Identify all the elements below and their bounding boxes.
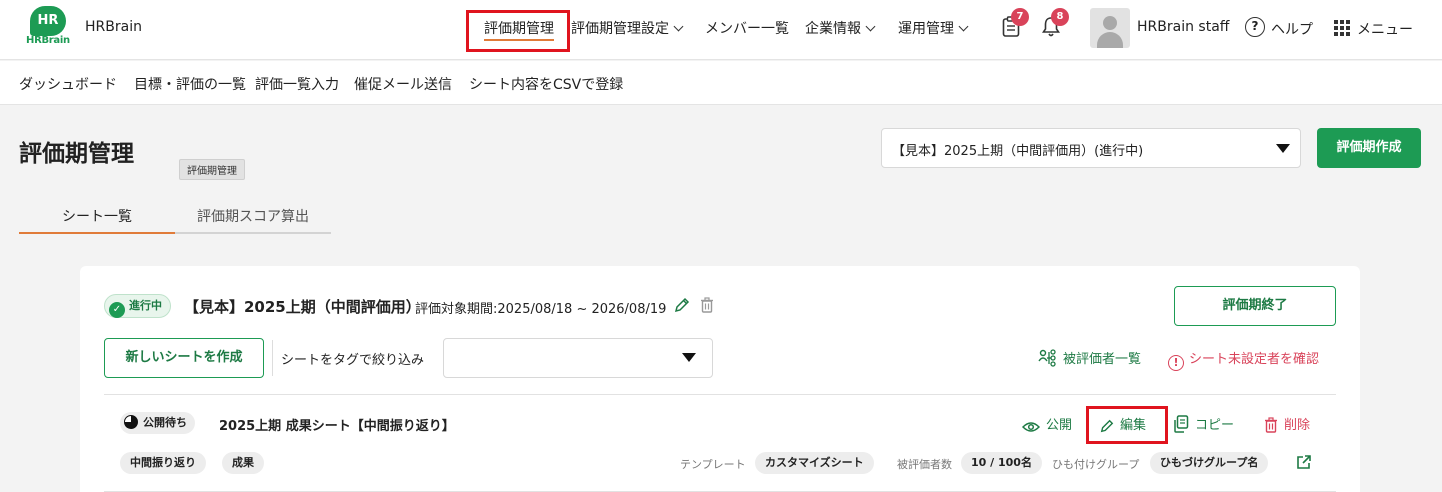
create-period-button[interactable]: 評価期作成 xyxy=(1317,128,1421,168)
end-period-button[interactable]: 評価期終了 xyxy=(1174,286,1336,326)
action-label: コピー xyxy=(1195,418,1235,433)
edit-pencil-icon[interactable] xyxy=(674,297,690,313)
help-link[interactable]: ヘルプ xyxy=(1271,19,1313,39)
avatar[interactable] xyxy=(1090,8,1130,48)
logo-mark: HR xyxy=(30,6,66,36)
action-label: 公開 xyxy=(1046,418,1073,433)
link-label: 被評価者一覧 xyxy=(1063,352,1142,367)
link-label: シート未設定者を確認 xyxy=(1189,352,1320,367)
tooltip: 評価期管理 xyxy=(179,159,245,180)
menu-button[interactable]: メニュー xyxy=(1357,19,1413,39)
tasks-count-badge: 7 xyxy=(1011,8,1029,26)
trash-icon xyxy=(1265,417,1277,433)
tab-sheet-list[interactable]: シート一覧 xyxy=(19,206,175,226)
external-link-icon[interactable] xyxy=(1296,454,1312,470)
chevron-down-icon xyxy=(673,21,684,32)
caret-down-icon xyxy=(1276,144,1290,153)
eye-icon xyxy=(1021,422,1041,432)
notifications-count-badge: 8 xyxy=(1051,8,1069,26)
nav-label: メンバー一覧 xyxy=(705,21,789,37)
subnav-csv-register[interactable]: シート内容をCSVで登録 xyxy=(469,74,623,94)
chevron-down-icon xyxy=(865,21,876,32)
period-title: 【見本】2025上期（中間評価用） xyxy=(184,298,421,316)
nav-label: 運用管理 xyxy=(898,21,954,37)
evaluatees-list-link[interactable]: 被評価者一覧 xyxy=(1038,348,1141,367)
template-value: カスタマイズシート xyxy=(755,452,874,474)
nav-operations[interactable]: 運用管理 xyxy=(898,18,969,38)
tab-score-calculation[interactable]: 評価期スコア算出 xyxy=(175,206,331,226)
sheet-tag: 中間振り返り xyxy=(120,452,206,474)
help-icon[interactable]: ? xyxy=(1245,17,1265,37)
tasks-button[interactable]: 7 xyxy=(1002,8,1029,40)
logo-text: HRBrain xyxy=(26,35,70,46)
nav-period-settings[interactable]: 評価期管理設定 xyxy=(571,18,684,38)
user-name[interactable]: HRBrain staff xyxy=(1137,19,1229,35)
check-icon: ✓ xyxy=(109,302,125,318)
grid-menu-icon[interactable] xyxy=(1334,20,1350,36)
period-select[interactable]: 【見本】2025上期（中間評価用）(進行中) xyxy=(881,128,1301,168)
nav-member-list[interactable]: メンバー一覧 xyxy=(705,18,789,38)
trash-icon[interactable] xyxy=(700,297,714,313)
nav-company-info[interactable]: 企業情報 xyxy=(805,18,876,38)
highlight-box xyxy=(466,10,570,52)
tag-filter-select[interactable] xyxy=(443,338,713,378)
status-label: 進行中 xyxy=(129,299,162,312)
publish-button[interactable]: 公開 xyxy=(1021,414,1073,433)
action-label: 削除 xyxy=(1284,418,1311,433)
evaluatee-count-label: 被評価者数 xyxy=(897,458,952,471)
people-network-icon xyxy=(1038,349,1056,367)
highlight-box xyxy=(1086,406,1168,444)
evaluation-range: 評価対象期間:2025/08/18 ~ 2026/08/19 xyxy=(415,302,667,317)
pie-status-icon xyxy=(124,415,138,429)
sheet-tag: 成果 xyxy=(222,452,264,474)
nav-label: 企業情報 xyxy=(805,21,861,37)
copy-button[interactable]: コピー xyxy=(1173,414,1234,433)
template-label: テンプレート xyxy=(680,458,746,471)
subnav-bulk-evaluation-input[interactable]: 評価一覧入力 xyxy=(255,74,339,94)
subnav-reminder-mail[interactable]: 催促メール送信 xyxy=(354,74,452,94)
period-select-value: 【見本】2025上期（中間評価用）(進行中) xyxy=(892,144,1144,159)
status-label: 公開待ち xyxy=(143,416,187,429)
chevron-down-icon xyxy=(958,21,969,32)
subnav-dashboard[interactable]: ダッシュボード xyxy=(19,74,117,94)
sheet-status-badge: 公開待ち xyxy=(120,412,195,434)
copy-icon xyxy=(1174,415,1189,433)
tab-bar: シート一覧 評価期スコア算出 xyxy=(19,196,331,234)
group-label: ひも付けグループ xyxy=(1052,458,1140,471)
sheet-title[interactable]: 2025上期 成果シート【中間振り返り】 xyxy=(219,415,455,434)
group-value: ひもづけグループ名 xyxy=(1150,452,1269,474)
period-card: ✓ 進行中 【見本】2025上期（中間評価用） 評価対象期間:2025/08/18… xyxy=(80,266,1360,492)
divider xyxy=(272,340,273,376)
nav-label: 評価期管理設定 xyxy=(571,21,669,37)
app-name: HRBrain xyxy=(85,19,142,35)
evaluatee-count-value: 10 / 100名 xyxy=(961,452,1042,474)
subnav-goals-evaluations[interactable]: 目標・評価の一覧 xyxy=(134,74,246,94)
tag-filter-label: シートをタグで絞り込み xyxy=(281,353,425,368)
hrbrain-logo[interactable]: HR HRBrain xyxy=(26,6,70,46)
sub-navigation: ダッシュボード 目標・評価の一覧 評価一覧入力 催促メール送信 シート内容をCS… xyxy=(0,61,1442,105)
warning-icon: ! xyxy=(1168,355,1184,371)
active-tab-indicator xyxy=(19,232,175,234)
new-sheet-button[interactable]: 新しいシートを作成 xyxy=(104,338,264,378)
page-title: 評価期管理 xyxy=(19,141,134,167)
notifications-button[interactable]: 8 xyxy=(1042,8,1069,40)
top-header: HR HRBrain HRBrain 評価期管理 評価期管理設定 メンバー一覧 … xyxy=(0,0,1442,60)
unassigned-check-link[interactable]: ! シート未設定者を確認 xyxy=(1168,348,1319,371)
status-badge: ✓ 進行中 xyxy=(104,294,171,318)
divider xyxy=(104,394,1336,395)
delete-button[interactable]: 削除 xyxy=(1264,414,1310,433)
caret-down-icon xyxy=(682,353,696,362)
